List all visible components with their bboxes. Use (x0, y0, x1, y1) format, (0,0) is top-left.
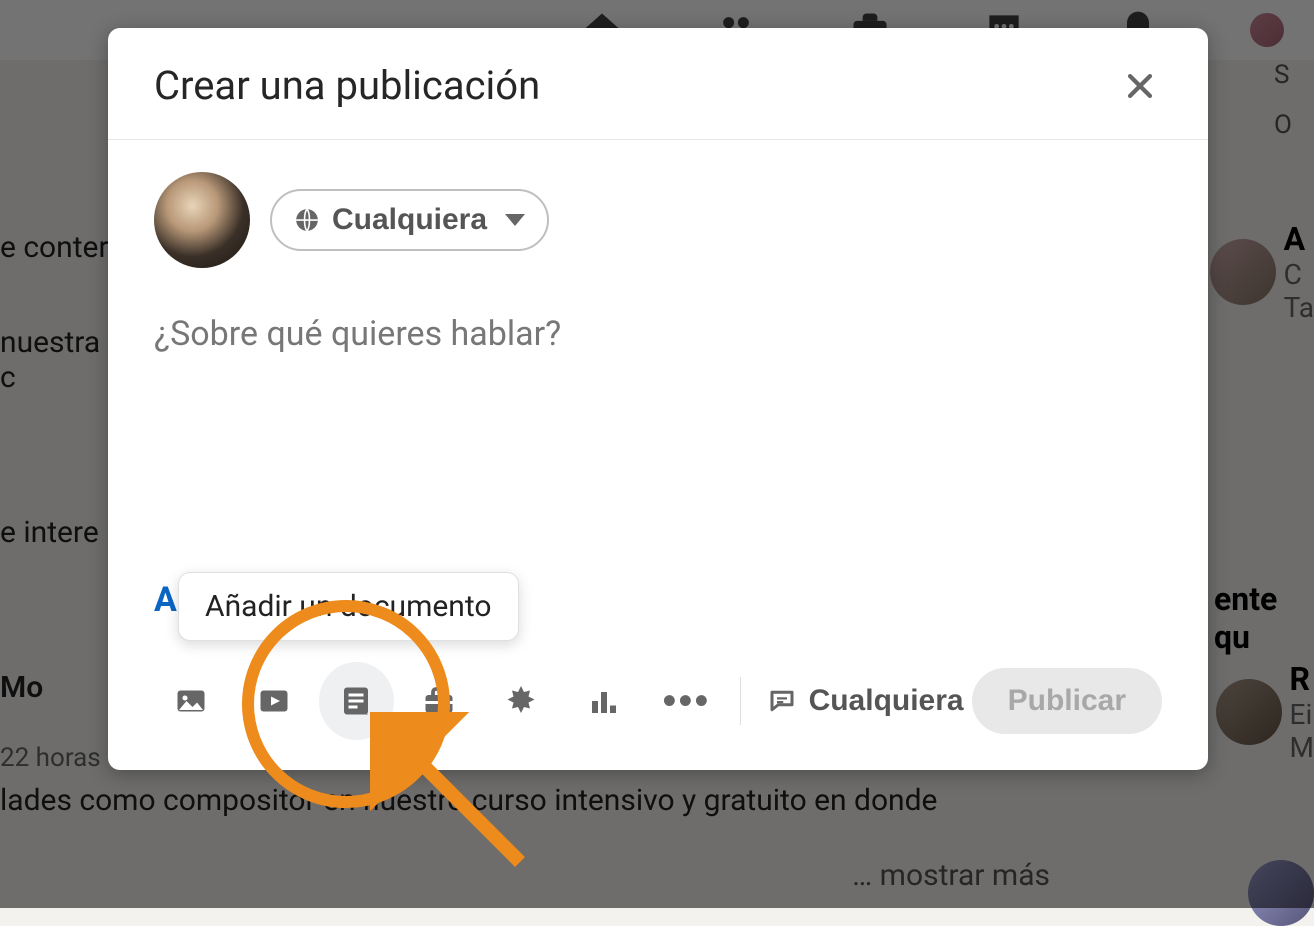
add-job-button[interactable] (402, 662, 477, 740)
close-icon (1123, 69, 1157, 103)
video-icon (256, 683, 292, 719)
bar-chart-icon (586, 683, 622, 719)
more-options-button[interactable]: ••• (649, 662, 724, 740)
modal-header: Crear una publicación (108, 28, 1208, 140)
add-document-tooltip: Añadir un documento (178, 572, 519, 641)
add-video-button[interactable] (237, 662, 312, 740)
avatar (154, 172, 250, 268)
modal-title: Crear una publicación (154, 62, 540, 109)
author-row: Cualquiera (154, 172, 1162, 268)
add-photo-button[interactable] (154, 662, 229, 740)
comment-scope-button[interactable]: Cualquiera (767, 684, 964, 718)
ellipsis-icon: ••• (662, 681, 710, 721)
globe-icon (294, 207, 320, 233)
celebrate-button[interactable] (484, 662, 559, 740)
caret-down-icon (505, 214, 525, 226)
create-post-modal: Crear una publicación Cualquiera A (108, 28, 1208, 770)
add-document-button[interactable] (319, 662, 394, 740)
modal-footer: ••• Cualquiera Publicar (108, 644, 1208, 770)
speech-bubble-icon (767, 686, 797, 716)
add-hashtag-hint[interactable]: A (154, 580, 177, 620)
divider (740, 677, 741, 725)
starburst-icon (503, 683, 539, 719)
post-textarea[interactable] (154, 314, 1162, 434)
add-poll-button[interactable] (567, 662, 642, 740)
comment-scope-label: Cualquiera (809, 684, 964, 718)
audience-selector[interactable]: Cualquiera (270, 189, 549, 251)
publish-button[interactable]: Publicar (972, 668, 1162, 734)
briefcase-icon (421, 683, 457, 719)
image-icon (173, 683, 209, 719)
close-button[interactable] (1118, 64, 1162, 108)
modal-body: Cualquiera A (108, 140, 1208, 644)
audience-label: Cualquiera (332, 203, 487, 237)
document-icon (338, 683, 374, 719)
